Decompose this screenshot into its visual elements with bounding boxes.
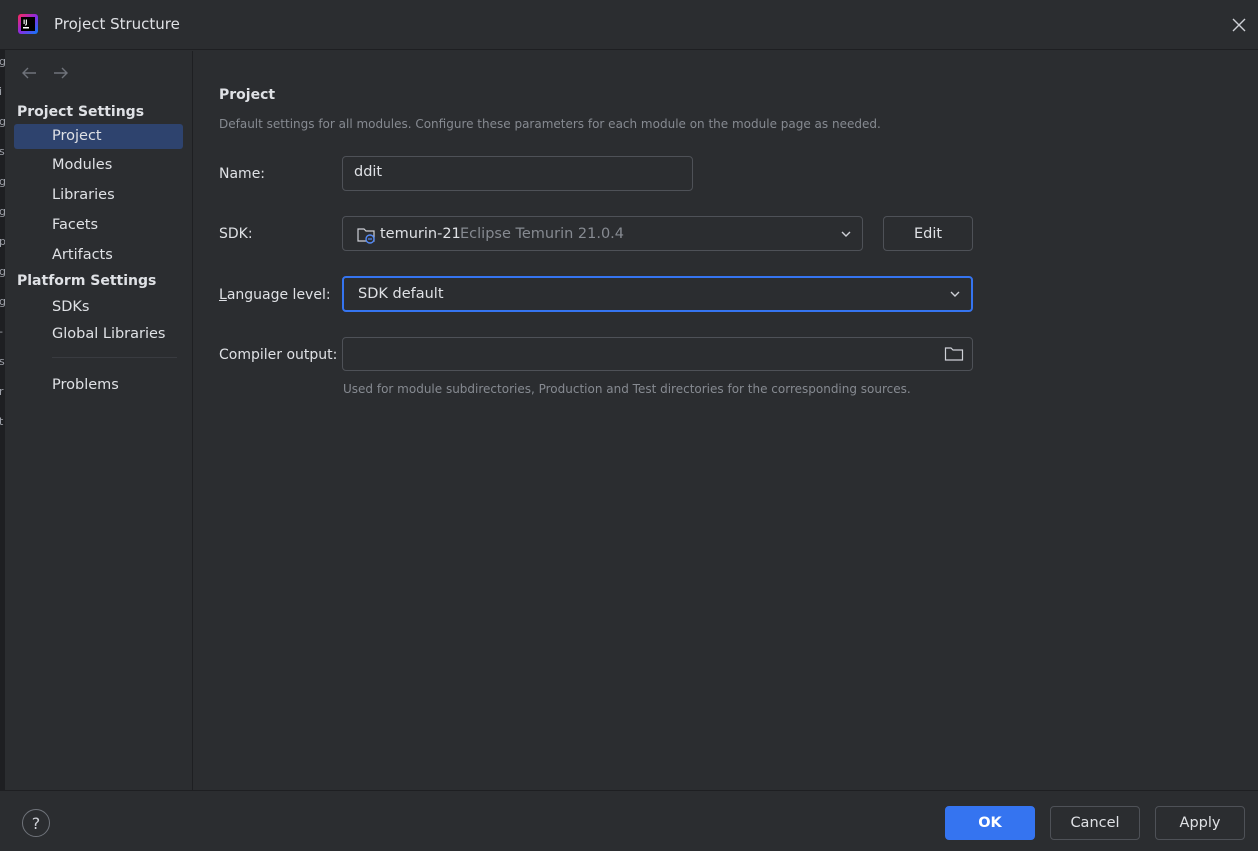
background-text-fragment: - <box>0 325 3 338</box>
background-text-fragment: r <box>0 385 4 398</box>
cancel-button[interactable]: Cancel <box>1050 806 1140 840</box>
language-level-label: Language level: <box>219 287 331 303</box>
name-value: ddit <box>354 164 383 180</box>
apply-button[interactable]: Apply <box>1155 806 1245 840</box>
dialog-footer: ? OK Cancel Apply <box>0 790 1258 851</box>
sidebar-item-libraries[interactable]: Libraries <box>14 183 183 208</box>
sidebar-item-facets[interactable]: Facets <box>14 213 183 238</box>
sdk-name: temurin-21 <box>380 226 461 242</box>
project-settings-panel: Project Default settings for all modules… <box>194 51 1258 790</box>
language-level-value: SDK default <box>358 286 444 302</box>
name-field[interactable]: ddit <box>342 156 693 191</box>
page-description: Default settings for all modules. Config… <box>219 117 881 131</box>
back-button[interactable] <box>19 63 39 83</box>
arrow-right-icon <box>54 67 68 79</box>
sidebar-item-problems[interactable]: Problems <box>14 373 183 398</box>
sidebar-item-project[interactable]: Project <box>14 124 183 149</box>
dialog-title: Project Structure <box>54 15 180 33</box>
svg-text:IJ: IJ <box>23 19 27 26</box>
compiler-output-label: Compiler output: <box>219 347 338 363</box>
sidebar-item-modules[interactable]: Modules <box>14 153 183 178</box>
edit-sdk-button[interactable]: Edit <box>883 216 973 251</box>
help-button[interactable]: ? <box>22 809 50 837</box>
name-label: Name: <box>219 166 266 182</box>
sdk-dropdown[interactable]: temurin-21 Eclipse Temurin 21.0.4 <box>342 216 863 251</box>
sidebar-item-sdks[interactable]: SDKs <box>14 295 183 320</box>
chevron-down-icon <box>841 231 851 237</box>
section-platform-settings: Platform Settings <box>17 273 157 289</box>
close-icon <box>1232 18 1246 32</box>
compiler-output-hint: Used for module subdirectories, Producti… <box>343 382 911 396</box>
folder-browse-icon[interactable] <box>944 345 964 363</box>
language-level-dropdown[interactable]: SDK default <box>342 276 973 312</box>
sidebar-item-global-libraries[interactable]: Global Libraries <box>14 322 183 347</box>
language-level-mnemonic: L <box>219 287 227 303</box>
ok-button[interactable]: OK <box>945 806 1035 840</box>
navigation-arrows <box>19 63 71 83</box>
background-text-fragment: i <box>0 85 3 98</box>
chevron-down-icon <box>950 291 960 297</box>
background-text-fragment: t <box>0 415 4 428</box>
close-button[interactable] <box>1226 12 1252 38</box>
page-title: Project <box>219 87 276 103</box>
sidebar: Project Settings Project Modules Librari… <box>5 51 193 790</box>
folder-sdk-icon <box>357 228 375 244</box>
compiler-output-field[interactable] <box>342 337 973 371</box>
sidebar-divider <box>52 357 177 358</box>
section-project-settings: Project Settings <box>17 104 145 120</box>
title-bar: IJ Project Structure <box>0 0 1258 50</box>
project-structure-dialog: IJ Project Structure g i g s g g p g g -… <box>0 0 1258 851</box>
arrow-left-icon <box>22 67 36 79</box>
intellij-logo-icon: IJ <box>18 14 38 34</box>
sidebar-item-artifacts[interactable]: Artifacts <box>14 243 183 268</box>
forward-button[interactable] <box>51 63 71 83</box>
language-level-label-rest: anguage level: <box>226 287 331 303</box>
sdk-label: SDK: <box>219 226 253 242</box>
sdk-detail: Eclipse Temurin 21.0.4 <box>460 226 625 242</box>
